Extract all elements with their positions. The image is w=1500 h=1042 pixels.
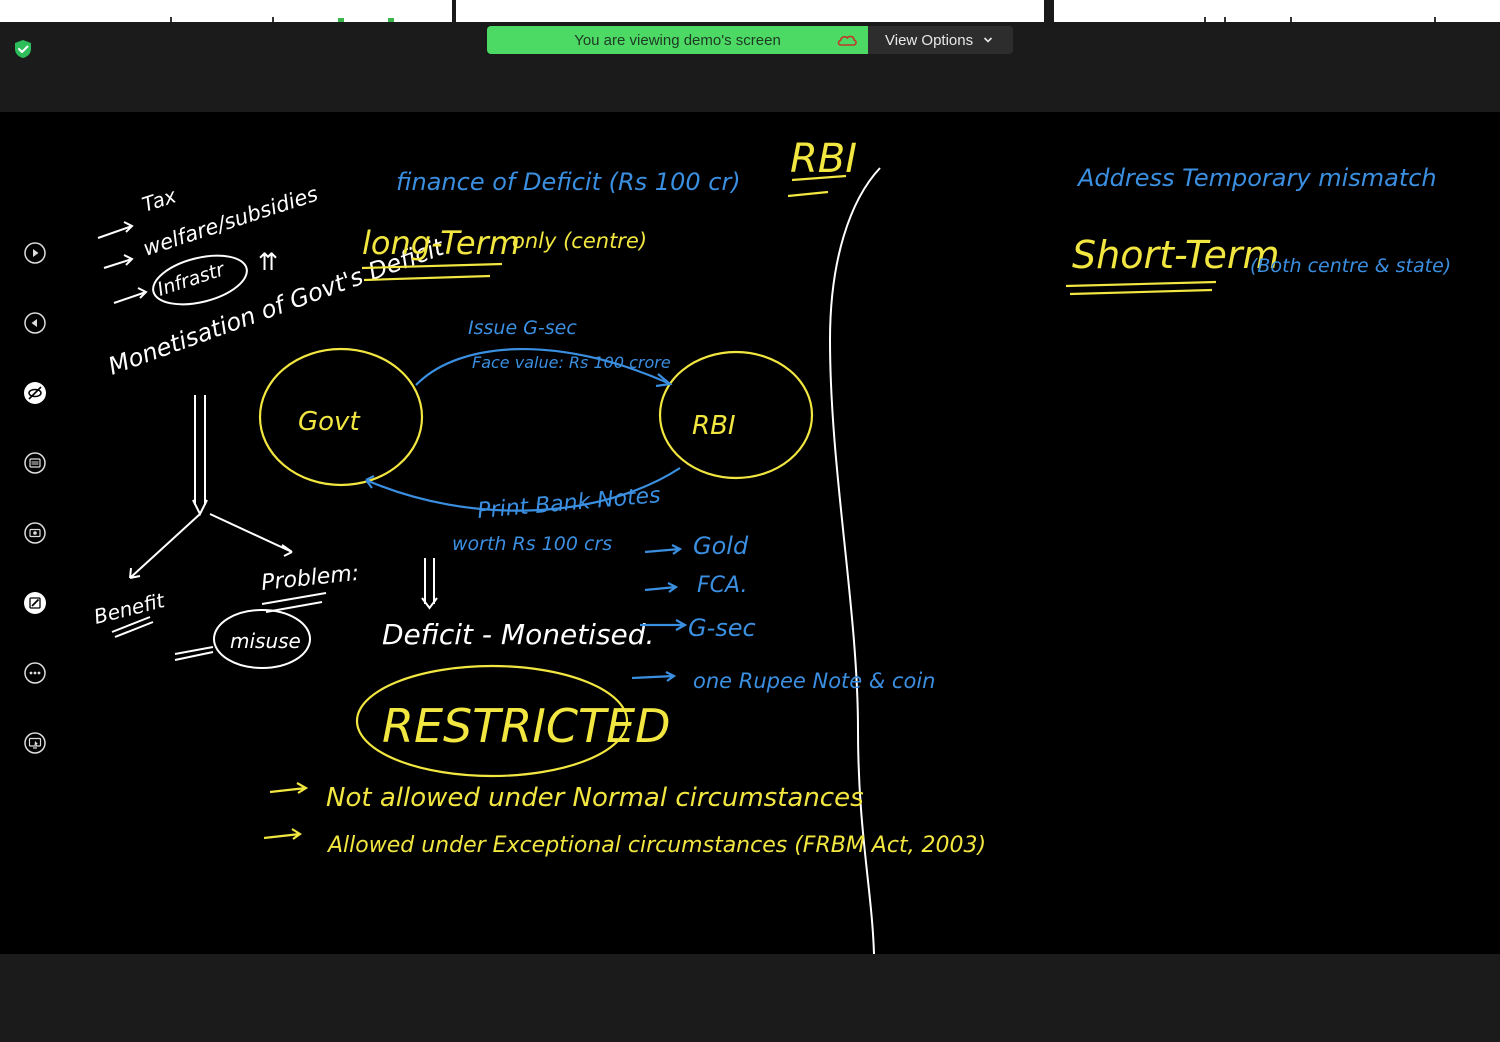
rbi-heading: RBI bbox=[790, 136, 857, 182]
whiteboard-canvas: Tax welfare/subsidies Infrastr ⇈ Monetis… bbox=[91, 136, 1451, 955]
short-term-note: (Both centre & state) bbox=[1250, 255, 1451, 277]
restricted-label: RESTRICTED bbox=[382, 699, 671, 753]
issue-gsec-label: Issue G-sec bbox=[468, 317, 577, 339]
address-mismatch-note: Address Temporary mismatch bbox=[1076, 164, 1437, 192]
misuse-label: misuse bbox=[230, 629, 301, 653]
left-list-tax: Tax bbox=[139, 183, 179, 216]
benefit-label: Benefit bbox=[91, 588, 168, 629]
finance-title: finance of Deficit (Rs 100 cr) bbox=[396, 168, 741, 196]
problem-label: Problem: bbox=[260, 561, 360, 596]
up-arrow-note: ⇈ bbox=[258, 248, 278, 276]
rbi-asset-gsec: G-sec bbox=[688, 614, 756, 642]
rbi-asset-gold: Gold bbox=[693, 532, 749, 560]
meeting-bottom-bar bbox=[0, 954, 1500, 1042]
govt-label: Govt bbox=[298, 407, 360, 437]
long-term-label: long-Term bbox=[362, 224, 520, 262]
deficit-monetised-label: Deficit - Monetised. bbox=[382, 618, 654, 651]
left-list-infra: Infrastr bbox=[155, 258, 229, 301]
rbi-circle-label: RBI bbox=[692, 411, 736, 441]
allowed-note: Allowed under Exceptional circumstances … bbox=[326, 833, 986, 858]
rbi-asset-rupee-note: one Rupee Note & coin bbox=[693, 669, 935, 693]
short-term-label: Short-Term bbox=[1072, 233, 1279, 277]
face-value-label: Face value: Rs 100 crore bbox=[472, 353, 671, 372]
worth-label: worth Rs 100 crs bbox=[452, 533, 612, 555]
print-bank-notes-label: Print Bank Notes bbox=[476, 483, 661, 524]
rbi-asset-fca: FCA. bbox=[697, 573, 747, 598]
only-centre-note: only (centre) bbox=[512, 229, 647, 253]
not-allowed-note: Not allowed under Normal circumstances bbox=[326, 783, 864, 813]
